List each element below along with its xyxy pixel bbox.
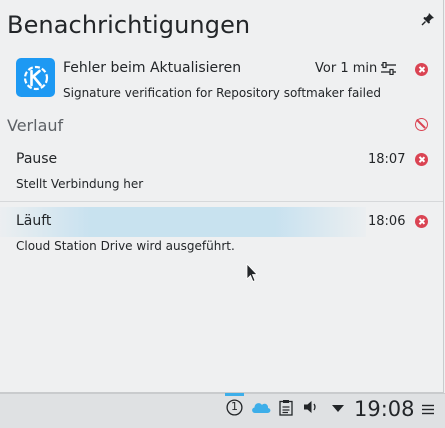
clipboard-icon[interactable] xyxy=(279,399,293,416)
notification-title: Fehler beim Aktualisieren xyxy=(63,60,242,76)
configure-icon[interactable] xyxy=(381,62,396,75)
notification-time: Vor 1 min xyxy=(315,61,378,76)
notification-body: Signature verification for Repository so… xyxy=(63,86,381,100)
clear-history-icon[interactable] xyxy=(415,118,428,131)
notifications-icon[interactable]: 1 xyxy=(226,399,243,420)
progress-highlight xyxy=(0,207,366,237)
chevron-down-icon[interactable] xyxy=(331,404,345,413)
volume-icon[interactable] xyxy=(303,399,321,415)
history-item-body: Cloud Station Drive wird ausgeführt. xyxy=(16,239,235,253)
history-heading: Verlauf xyxy=(7,116,64,135)
history-item-time: 18:06 xyxy=(368,214,406,229)
digital-clock[interactable]: 19:08 xyxy=(354,397,415,421)
history-item-body: Stellt Verbindung her xyxy=(16,177,144,191)
pin-icon[interactable] xyxy=(421,12,435,26)
kde-logo-icon xyxy=(16,58,55,97)
history-item-time: 18:07 xyxy=(368,152,406,167)
close-icon[interactable] xyxy=(415,215,428,228)
mouse-cursor-icon xyxy=(246,263,258,283)
history-item-title: Läuft xyxy=(16,213,52,229)
notifications-popup: Benachrichtigungen Fehler beim Aktualisi… xyxy=(0,0,444,393)
notification-count-badge: 1 xyxy=(231,400,238,413)
active-indicator xyxy=(225,393,244,396)
divider xyxy=(0,201,443,202)
page-title: Benachrichtigungen xyxy=(7,11,251,39)
close-icon[interactable] xyxy=(415,63,428,76)
cloud-station-icon[interactable] xyxy=(250,399,272,415)
hamburger-menu-icon[interactable] xyxy=(422,404,434,415)
close-icon[interactable] xyxy=(415,153,428,166)
history-item-title: Pause xyxy=(16,151,58,167)
